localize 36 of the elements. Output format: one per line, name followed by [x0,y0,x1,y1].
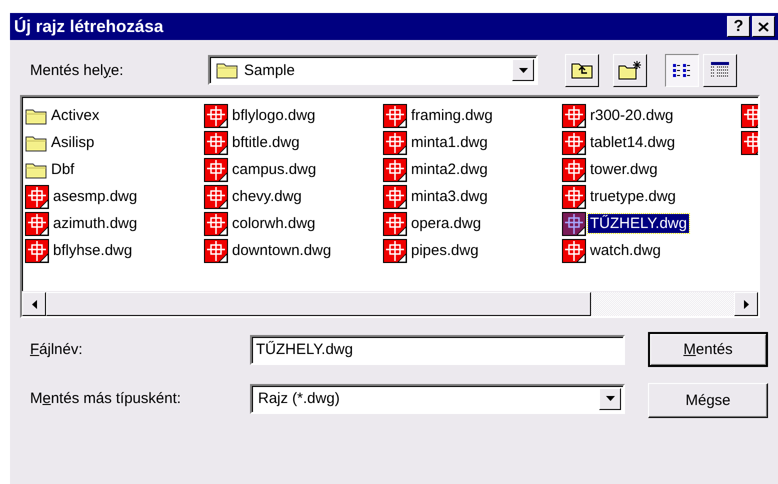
file-name[interactable]: downtown.dwg [230,241,334,260]
file-name[interactable]: chevy.dwg [230,187,304,206]
file-name[interactable]: bftitle.dwg [230,133,302,152]
file-type-value: Rajz (*.dwg) [258,390,341,407]
file-name[interactable]: bflyhse.dwg [51,241,134,260]
file-name[interactable]: asesmp.dwg [51,187,140,206]
file-name-field[interactable]: TŰZHELY.dwg [250,334,625,364]
file-name[interactable]: colorwh.dwg [230,214,318,233]
file-name[interactable]: TŰZHELY.dwg [588,214,689,233]
file-name[interactable]: watch.dwg [588,241,663,260]
file-name[interactable]: minta1.dwg [409,133,490,152]
cancel-button[interactable]: Mégse [648,383,768,418]
save-in-label: Mentés helye: [30,62,124,78]
file-name[interactable]: framing.dwg [409,106,495,125]
save-in-dropdown[interactable]: Sample [208,55,538,85]
save-in-value: Sample [244,62,296,78]
file-name[interactable]: campus.dwg [230,160,318,179]
file-type-label: Mentés más típusként: [30,390,182,407]
file-name[interactable]: truetype.dwg [588,187,678,206]
file-name[interactable]: opera.dwg [409,214,484,233]
file-name[interactable]: tower.dwg [588,160,660,179]
file-name[interactable]: Asilisp [49,133,96,152]
save-button[interactable]: Mentés [648,332,768,367]
window-title: Új rajz létrehozása [14,16,164,36]
file-name[interactable]: Dbf [49,160,76,179]
file-name[interactable]: minta3.dwg [409,187,490,206]
file-name[interactable]: Activex [49,106,102,125]
file-name-label: Fájlnév: [30,341,84,358]
file-name[interactable]: minta2.dwg [409,160,490,179]
file-name[interactable]: r300-20.dwg [588,106,676,125]
file-name[interactable]: bflylogo.dwg [230,106,318,125]
file-type-dropdown[interactable]: Rajz (*.dwg) [250,384,625,414]
file-name[interactable]: tablet14.dwg [588,133,678,152]
help-button[interactable]: ? [727,16,750,37]
file-name[interactable]: azimuth.dwg [51,214,140,233]
file-name[interactable]: pipes.dwg [409,241,481,260]
